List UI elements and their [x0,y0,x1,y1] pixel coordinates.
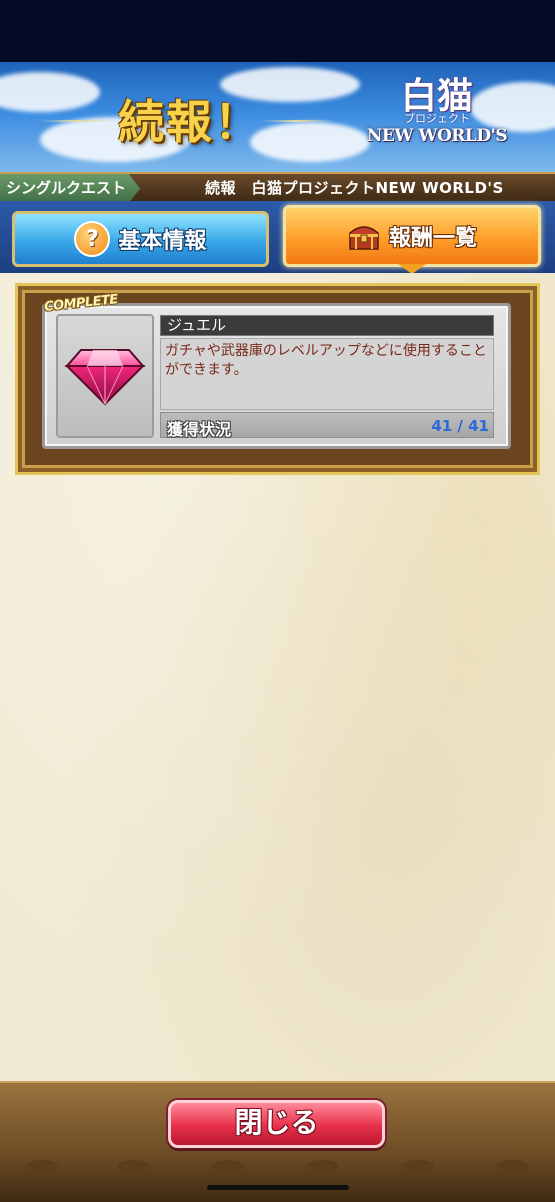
home-indicator[interactable] [207,1185,349,1190]
event-banner: 続報！ 白猫 プロジェクト NEW WORLD'S [0,62,555,172]
tab-bar: ? 基本情報 報酬一覧 [0,201,555,273]
reward-item-name: ジュエル [160,315,494,336]
logo-subtitle: プロジェクト [404,112,470,125]
acquisition-status-label: 獲得状況 [167,420,232,439]
treasure-chest-icon [349,226,379,250]
status-bar [0,0,555,62]
tab-reward-list[interactable]: 報酬一覧 [283,205,541,267]
quest-title: 続報 白猫プロジェクトNEW WORLD'S [205,179,504,197]
reward-item-description: ガチャや武器庫のレベルアップなどに使用することができます。 [160,338,494,410]
tab-basic-info[interactable]: ? 基本情報 [12,211,269,267]
acquisition-status-row: 獲得状況 41 / 41 [160,412,494,439]
question-icon: ? [74,221,111,257]
tab-basic-info-label: 基本情報 [118,229,207,254]
close-button[interactable]: 閉じる [168,1100,385,1148]
logo-english: NEW WORLD'S [366,126,508,146]
game-logo: 白猫 プロジェクト NEW WORLD'S [362,76,512,158]
reward-item-box[interactable] [56,314,154,438]
acquisition-status-value: 41 / 41 [431,417,489,435]
jewel-icon [64,349,146,406]
quest-category-label: シングルクエスト [0,174,140,203]
banner-title: 続報！ [118,95,262,149]
footer-decoration [26,1160,529,1172]
tab-reward-list-label: 報酬一覧 [388,226,477,251]
